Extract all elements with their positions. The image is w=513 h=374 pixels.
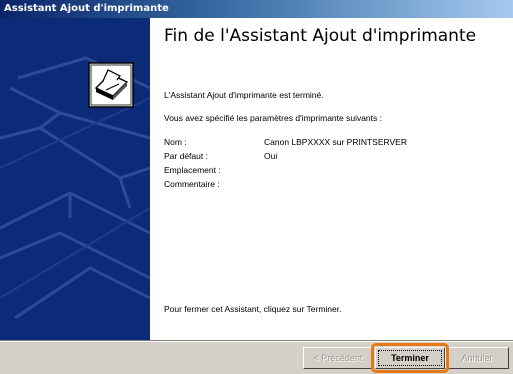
printer-icon — [88, 62, 134, 108]
title-bar: Assistant Ajout d'imprimante — [0, 0, 513, 18]
button-bar-divider — [0, 340, 513, 342]
params-intro-text: Vous avez spécifié les paramètres d'impr… — [164, 113, 382, 123]
footer-text: Pour fermer cet Assistant, cliquez sur T… — [164, 304, 342, 314]
setting-value-default: Oui — [264, 151, 278, 161]
page-title: Fin de l'Assistant Ajout d'imprimante — [164, 26, 477, 46]
cancel-button[interactable]: Annuler — [445, 347, 509, 369]
wizard-side-panel — [0, 18, 150, 340]
wizard-window: Assistant Ajout d'imprimante Fin de l'As… — [0, 0, 513, 374]
setting-label-name: Nom : — [164, 137, 187, 147]
setting-label-default: Par défaut : — [164, 151, 208, 161]
setting-value-name: Canon LBPXXXX sur PRINTSERVER — [264, 137, 407, 147]
printer-illustration — [0, 56, 150, 320]
setting-label-comment: Commentaire : — [164, 179, 220, 189]
intro-text: L'Assistant Ajout d'imprimante est termi… — [164, 90, 324, 100]
back-button[interactable]: < Précédent — [303, 347, 373, 369]
setting-label-location: Emplacement : — [164, 165, 221, 175]
finish-button[interactable]: Terminer — [375, 347, 445, 369]
wizard-content: Fin de l'Assistant Ajout d'imprimante L'… — [150, 18, 513, 340]
